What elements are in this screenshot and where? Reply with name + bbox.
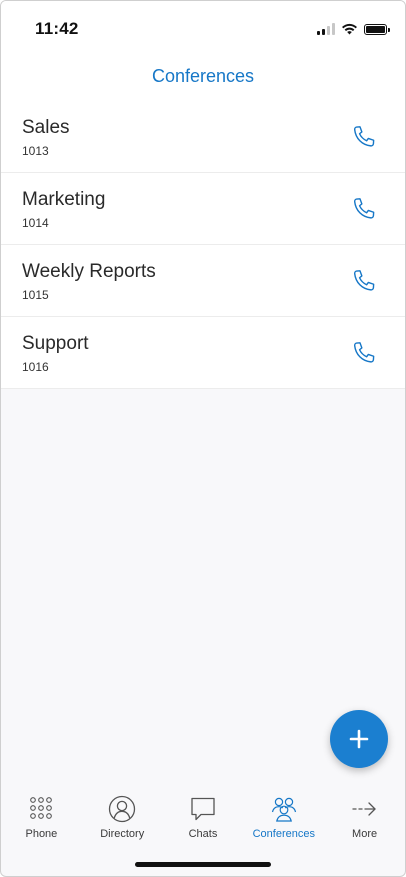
- person-icon: [107, 794, 137, 824]
- phone-icon[interactable]: [351, 268, 377, 294]
- status-time: 11:42: [35, 19, 79, 38]
- tab-chats[interactable]: Chats: [163, 781, 244, 843]
- list-item[interactable]: Support 1016: [1, 317, 405, 389]
- chat-bubble-icon: [188, 794, 218, 824]
- wifi-icon: [342, 23, 357, 35]
- conference-name: Marketing: [22, 189, 106, 210]
- list-item[interactable]: Sales 1013: [1, 101, 405, 173]
- conference-name: Weekly Reports: [22, 261, 156, 282]
- tab-label: Phone: [25, 828, 58, 840]
- tab-label: Conferences: [252, 828, 315, 840]
- keypad-icon: [26, 794, 56, 824]
- tab-conferences[interactable]: Conferences: [243, 781, 324, 843]
- list-item[interactable]: Marketing 1014: [1, 173, 405, 245]
- conference-name: Sales: [22, 117, 70, 138]
- tab-phone[interactable]: Phone: [1, 781, 82, 843]
- app-screen: 11:42 Conferences Sales 1013 Marketing 1…: [0, 0, 406, 877]
- nav-header: Conferences: [1, 57, 405, 101]
- arrow-right-icon: [350, 794, 380, 824]
- tab-more[interactable]: More: [324, 781, 405, 843]
- phone-icon[interactable]: [351, 340, 377, 366]
- status-bar: 11:42: [1, 1, 405, 57]
- group-icon: [269, 794, 299, 824]
- phone-icon[interactable]: [351, 196, 377, 222]
- tab-label: More: [352, 828, 378, 840]
- signal-icon: [317, 23, 335, 35]
- conference-extension: 1016: [22, 360, 49, 374]
- tab-bar: Phone Directory Chats Conferences More: [1, 781, 405, 843]
- page-title: Conferences: [151, 66, 255, 86]
- tab-directory[interactable]: Directory: [82, 781, 163, 843]
- conference-extension: 1015: [22, 288, 49, 302]
- conference-name: Support: [22, 333, 89, 354]
- add-conference-button[interactable]: [330, 710, 388, 768]
- list-item[interactable]: Weekly Reports 1015: [1, 245, 405, 317]
- tab-label: Directory: [100, 828, 145, 840]
- plus-icon: [349, 729, 369, 749]
- phone-icon[interactable]: [351, 124, 377, 150]
- conference-extension: 1014: [22, 216, 49, 230]
- conference-list: Sales 1013 Marketing 1014 Weekly Reports…: [1, 101, 405, 389]
- conference-extension: 1013: [22, 144, 49, 158]
- status-icons: [317, 23, 390, 35]
- home-indicator[interactable]: [135, 862, 271, 867]
- tab-label: Chats: [188, 828, 218, 840]
- battery-icon: [364, 23, 390, 35]
